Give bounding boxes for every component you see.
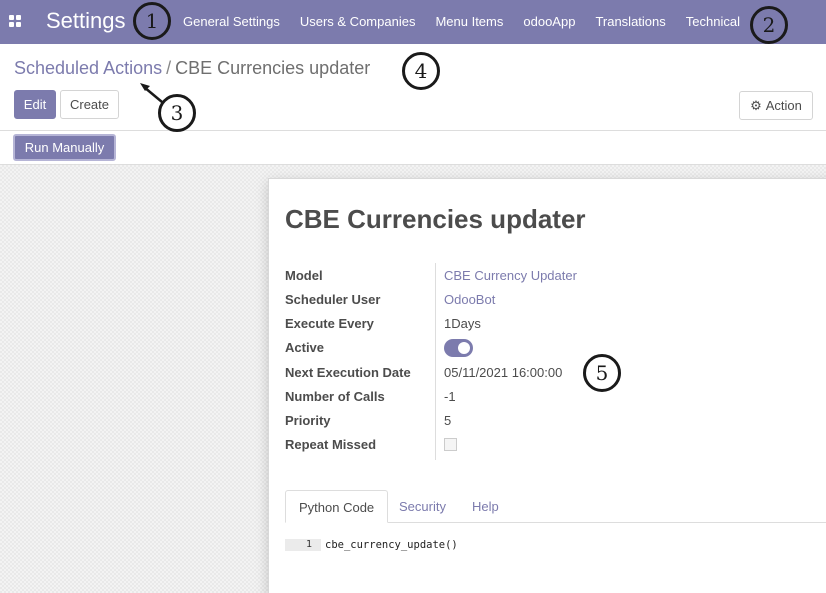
callout-1: 1 [133,2,171,40]
action-button-label: Action [765,98,802,113]
field-label-repeat-missed: Repeat Missed [285,437,377,452]
field-value-next-execution-date: 05/11/2021 16:00:00 [444,365,563,380]
menu-item-translations[interactable]: Translations [585,0,675,44]
gear-icon: ⚙ [750,97,762,113]
field-label-number-of-calls: Number of Calls [285,389,385,404]
field-label-next-execution-date: Next Execution Date [285,365,411,380]
arrow-icon [140,83,163,103]
app-title[interactable]: Settings [46,8,126,34]
line-number: 1 [305,539,312,550]
callout-5: 5 [583,354,621,392]
menu-item-odooapp[interactable]: odooApp [513,0,585,44]
field-separator-line [435,263,436,460]
menu-item-general-settings[interactable]: General Settings [173,0,290,44]
tab-python-code[interactable]: Python Code [285,490,389,523]
menu-item-technical[interactable]: Technical [676,0,750,44]
field-value-scheduler-user[interactable]: OdooBot [444,292,495,307]
breadcrumb: Scheduled Actions / CBE Currencies updater [14,58,370,79]
field-label-active: Active [285,340,325,355]
tab-security[interactable]: Security [386,490,459,523]
control-panel-divider [0,130,826,131]
tab-help[interactable]: Help [459,490,512,523]
code-editor-line[interactable]: cbe_currency_update() [325,539,458,551]
field-value-priority: 5 [444,413,452,428]
apps-grid-icon[interactable] [9,15,21,27]
field-label-scheduler-user: Scheduler User [285,292,381,307]
field-label-priority: Priority [285,413,331,428]
repeat-missed-checkbox[interactable] [444,438,457,451]
top-navbar: Settings General Settings Users & Compan… [0,0,826,44]
run-manually-button[interactable]: Run Manually [13,134,116,161]
active-toggle[interactable] [444,339,473,357]
main-menu: General Settings Users & Companies Menu … [173,0,750,44]
callout-2: 2 [750,6,788,44]
field-label-execute-every: Execute Every [285,316,374,331]
field-value-number-of-calls: -1 [444,389,456,404]
menu-item-users-companies[interactable]: Users & Companies [290,0,426,44]
action-dropdown-button[interactable]: ⚙ Action [739,91,813,120]
field-value-execute-every: 1Days [444,316,481,331]
toggle-knob [458,342,470,354]
breadcrumb-separator: / [166,58,172,78]
code-gutter: 1 [285,539,321,551]
create-button[interactable]: Create [60,90,119,119]
breadcrumb-parent-link[interactable]: Scheduled Actions [14,58,162,78]
edit-button[interactable]: Edit [14,90,56,119]
breadcrumb-current: CBE Currencies updater [175,58,371,78]
menu-item-menu-items[interactable]: Menu Items [425,0,513,44]
field-value-model[interactable]: CBE Currency Updater [444,268,577,283]
form-sheet [268,178,826,593]
callout-4: 4 [402,52,440,90]
field-label-model: Model [285,268,323,283]
record-title: CBE Currencies updater [285,204,586,234]
